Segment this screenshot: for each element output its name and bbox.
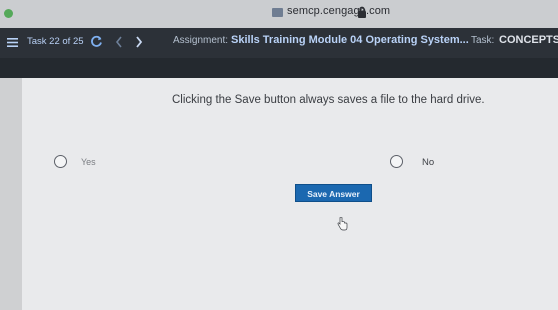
save-answer-button[interactable]: Save Answer — [295, 184, 372, 202]
chevron-right-icon[interactable] — [134, 35, 144, 49]
task-counter[interactable]: Task 22 of 25 — [27, 36, 84, 47]
assignment-toolbar: Task 22 of 25 Assignment: Skills Trainin… — [0, 28, 558, 58]
browser-url-bar: semcp.cengage.com — [0, 0, 558, 28]
radio-yes[interactable] — [54, 155, 67, 168]
assignment-label: Assignment: — [173, 35, 229, 46]
option-label-yes[interactable]: Yes — [81, 157, 96, 167]
question-text: Clicking the Save button always saves a … — [172, 94, 485, 106]
site-favicon-icon — [272, 8, 283, 17]
status-dot-icon — [4, 9, 13, 18]
radio-no[interactable] — [390, 155, 403, 168]
assignment-title[interactable]: Skills Training Module 04 Operating Syst… — [231, 34, 469, 46]
toolbar-shadow-band — [0, 58, 558, 78]
option-label-no[interactable]: No — [422, 157, 434, 168]
url-text[interactable]: semcp.cengage.com — [287, 5, 390, 17]
hand-cursor-icon — [337, 217, 348, 231]
lock-icon — [358, 6, 366, 18]
task-name: CONCEPTS1 — [499, 34, 558, 46]
chevron-left-icon[interactable] — [114, 35, 124, 49]
menu-icon[interactable] — [7, 37, 18, 48]
question-panel: Clicking the Save button always saves a … — [22, 78, 558, 310]
refresh-icon[interactable] — [90, 35, 103, 48]
task-label: Task: — [471, 35, 495, 46]
